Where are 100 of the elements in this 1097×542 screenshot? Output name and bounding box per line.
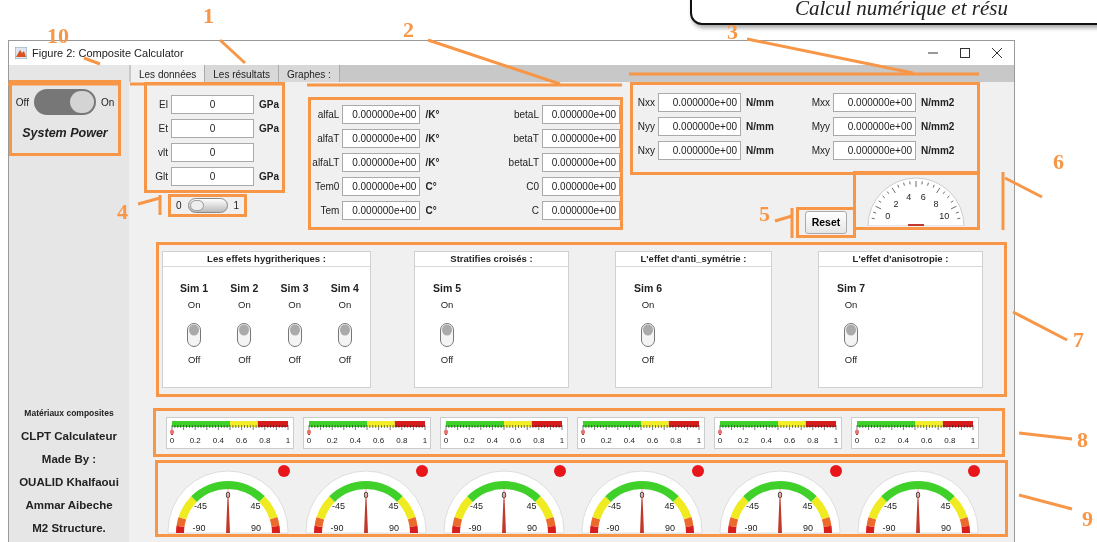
input-field[interactable]: 0.000000e+00 xyxy=(342,201,421,220)
field-label: Et xyxy=(157,122,169,136)
input-field[interactable]: 0.000000e+00 xyxy=(833,141,916,160)
tab[interactable]: Graphes : xyxy=(279,65,340,82)
scale-label: 1 xyxy=(970,435,976,445)
field-label: Glt xyxy=(154,170,169,184)
input-field[interactable]: 0 xyxy=(171,119,254,138)
meter-needle xyxy=(854,429,860,435)
input-field[interactable]: 0.000000e+00 xyxy=(542,177,620,196)
annotation-number: 5 xyxy=(759,202,770,226)
scale-label: 1 xyxy=(285,435,291,445)
lever-switch[interactable] xyxy=(287,323,302,347)
input-field[interactable]: 0.000000e+00 xyxy=(342,177,421,196)
unit-label: N/mm2 xyxy=(920,120,955,134)
credit-text: CLPT Calculateur xyxy=(21,429,117,444)
input-field[interactable]: 0.000000e+00 xyxy=(342,153,421,172)
lever-switch[interactable] xyxy=(337,323,352,347)
field-label: betaL xyxy=(512,108,540,122)
switch-label: On xyxy=(100,95,115,110)
field-label: C0 xyxy=(525,180,540,194)
input-field[interactable]: 0.000000e+00 xyxy=(658,117,741,136)
scale-label: 0 xyxy=(580,435,586,445)
leader-line xyxy=(137,195,162,215)
caption-text: Calcul numérique et résu xyxy=(795,0,1008,19)
scale-label: 45 xyxy=(388,500,399,511)
annotation-number: 4 xyxy=(117,200,128,224)
lever-switch[interactable] xyxy=(844,323,858,347)
input-field[interactable]: 0 xyxy=(171,143,254,162)
scale-label: 0.8 xyxy=(396,435,408,445)
tab[interactable]: Les données xyxy=(131,65,206,82)
toggle-switch[interactable] xyxy=(33,89,96,115)
lever-switch[interactable] xyxy=(641,323,655,347)
unit-label: GPa xyxy=(258,170,279,184)
lever-switch[interactable] xyxy=(187,323,202,347)
scale-label: 1 xyxy=(833,435,839,445)
credit-text: Ammar Aibeche xyxy=(25,498,113,513)
scale-label: 0.4 xyxy=(349,435,361,445)
switch-label: On xyxy=(288,297,301,312)
scale-label: 0.4 xyxy=(760,435,772,445)
scale-label: 0.2 xyxy=(463,435,475,445)
switch-label: On xyxy=(238,297,251,312)
field-label: Nxx xyxy=(636,96,656,110)
meter-needle xyxy=(580,429,586,435)
unit-label: /K° xyxy=(424,132,441,146)
scale-label: 0.4 xyxy=(897,435,909,445)
unit-label: N/mm2 xyxy=(920,96,955,110)
switch-label: On xyxy=(440,297,454,312)
input-field[interactable]: 0.000000e+00 xyxy=(542,129,620,148)
scale-label: 0.4 xyxy=(486,435,498,445)
lever-switch[interactable] xyxy=(440,323,454,347)
unit-label: N/mm xyxy=(745,144,775,158)
annotation-number: 9 xyxy=(1082,507,1093,531)
input-field[interactable]: 0.000000e+00 xyxy=(342,105,421,124)
input-field[interactable]: 0 xyxy=(171,95,254,114)
maximize-icon[interactable] xyxy=(960,48,970,58)
switch-label: On xyxy=(844,297,858,312)
switch-label: On xyxy=(187,297,201,312)
scale-label: 0.8 xyxy=(533,435,545,445)
meter-needle xyxy=(306,429,312,435)
scale-label: 0.6 xyxy=(373,435,385,445)
gauge-needle xyxy=(907,224,926,226)
sim-label: Sim 7 xyxy=(837,281,865,296)
switch-label: On xyxy=(338,297,352,312)
scale-label: -90 xyxy=(192,522,206,533)
input-field[interactable]: 0 xyxy=(171,167,254,186)
lever-switch[interactable] xyxy=(237,323,252,347)
reset-button[interactable]: Reset xyxy=(804,210,848,235)
close-icon[interactable] xyxy=(992,48,1002,58)
scale-label: 0.6 xyxy=(236,435,248,445)
input-field[interactable]: 0.000000e+00 xyxy=(542,201,620,220)
input-field[interactable]: 0.000000e+00 xyxy=(833,117,916,136)
scale-label: 45 xyxy=(526,500,537,511)
power-label: System Power xyxy=(22,125,108,142)
unit-label: GPa xyxy=(258,122,279,136)
sim-label: Sim 3 xyxy=(280,281,309,296)
input-field[interactable]: 0.000000e+00 xyxy=(658,93,741,112)
annotation-number: 8 xyxy=(1077,428,1088,452)
toggle-switch[interactable] xyxy=(187,198,228,213)
input-field[interactable]: 0.000000e+00 xyxy=(542,105,620,124)
tab[interactable]: Les résultats xyxy=(205,65,279,82)
group-title: L'effet d'anti_symétrie : xyxy=(616,252,771,267)
scale-label: 0 xyxy=(777,489,783,500)
scale-label: 4 xyxy=(906,191,912,202)
sim-label: Sim 2 xyxy=(230,281,259,296)
unit-label: GPa xyxy=(258,98,279,112)
scale-label: 90 xyxy=(803,522,813,533)
input-field[interactable]: 0.000000e+00 xyxy=(342,129,421,148)
field-label: C xyxy=(530,204,540,218)
input-field[interactable]: 0.000000e+00 xyxy=(542,153,620,172)
group-title: Les effets hygritheriques : xyxy=(163,252,370,267)
scale-label: 0.2 xyxy=(600,435,612,445)
input-field[interactable]: 0.000000e+00 xyxy=(833,93,916,112)
scale-label: -45 xyxy=(883,500,897,511)
scale-label: -90 xyxy=(606,522,620,533)
scale-label: 0 xyxy=(363,489,369,500)
input-field[interactable]: 0.000000e+00 xyxy=(658,141,741,160)
switch-label: 1 xyxy=(233,199,240,213)
annotation-number: 1 xyxy=(203,4,214,28)
scale-label: 6 xyxy=(921,191,927,202)
credit-text: Matériaux composites xyxy=(24,407,114,420)
